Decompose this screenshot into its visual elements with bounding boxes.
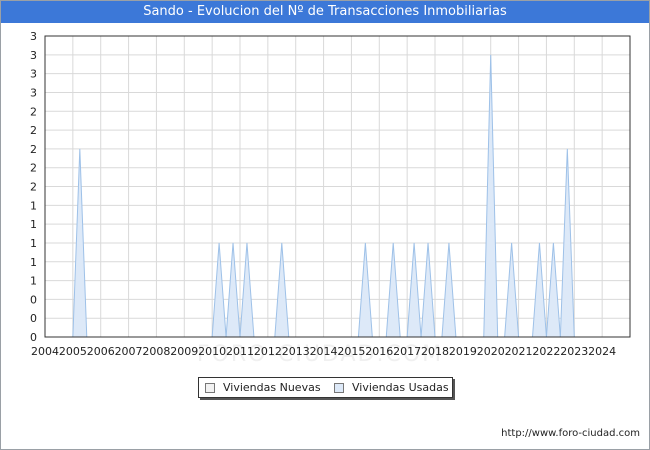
y-tick-label: 3 [30,86,37,99]
y-tick-label: 1 [30,275,37,288]
x-tick-label: 2011 [226,345,254,358]
x-tick-label: 2023 [560,345,588,358]
y-tick-label: 3 [30,49,37,62]
x-tick-label: 2022 [532,345,560,358]
x-tick-label: 2009 [170,345,198,358]
x-tick-label: 2007 [115,345,143,358]
y-tick-label: 2 [30,162,37,175]
y-tick-label: 0 [30,312,37,325]
x-tick-label: 2020 [477,345,505,358]
x-tick-label: 2015 [337,345,365,358]
y-tick-label: 0 [30,293,37,306]
source-link[interactable]: http://www.foro-ciudad.com [501,428,640,439]
x-tick-label: 2018 [421,345,449,358]
y-tick-label: 2 [30,143,37,156]
x-tick-label: 2006 [87,345,115,358]
x-tick-label: 2004 [31,345,59,358]
legend-swatch-usadas [334,383,344,393]
x-tick-label: 2024 [588,345,616,358]
y-tick-label: 2 [30,181,37,194]
y-tick-label: 2 [30,105,37,118]
x-tick-label: 2008 [142,345,170,358]
x-tick-label: 2017 [393,345,421,358]
x-tick-label: 2012 [254,345,282,358]
x-tick-label: 2021 [505,345,533,358]
y-tick-label: 1 [30,199,37,212]
y-tick-label: 2 [30,124,37,137]
y-tick-label: 3 [30,68,37,81]
y-tick-label: 1 [30,256,37,269]
y-tick-label: 0 [30,331,37,344]
y-tick-label: 1 [30,218,37,231]
chart-legend: Viviendas Nuevas Viviendas Usadas [198,377,453,398]
y-tick-label: 1 [30,237,37,250]
x-tick-label: 2010 [198,345,226,358]
x-tick-label: 2013 [282,345,310,358]
y-tick-label: 3 [30,30,37,43]
x-tick-label: 2019 [449,345,477,358]
x-tick-label: 2014 [310,345,338,358]
legend-label-usadas: Viviendas Usadas [352,381,449,394]
legend-swatch-nuevas [205,383,215,393]
legend-label-nuevas: Viviendas Nuevas [223,381,321,394]
x-tick-label: 2016 [365,345,393,358]
x-tick-label: 2005 [59,345,87,358]
